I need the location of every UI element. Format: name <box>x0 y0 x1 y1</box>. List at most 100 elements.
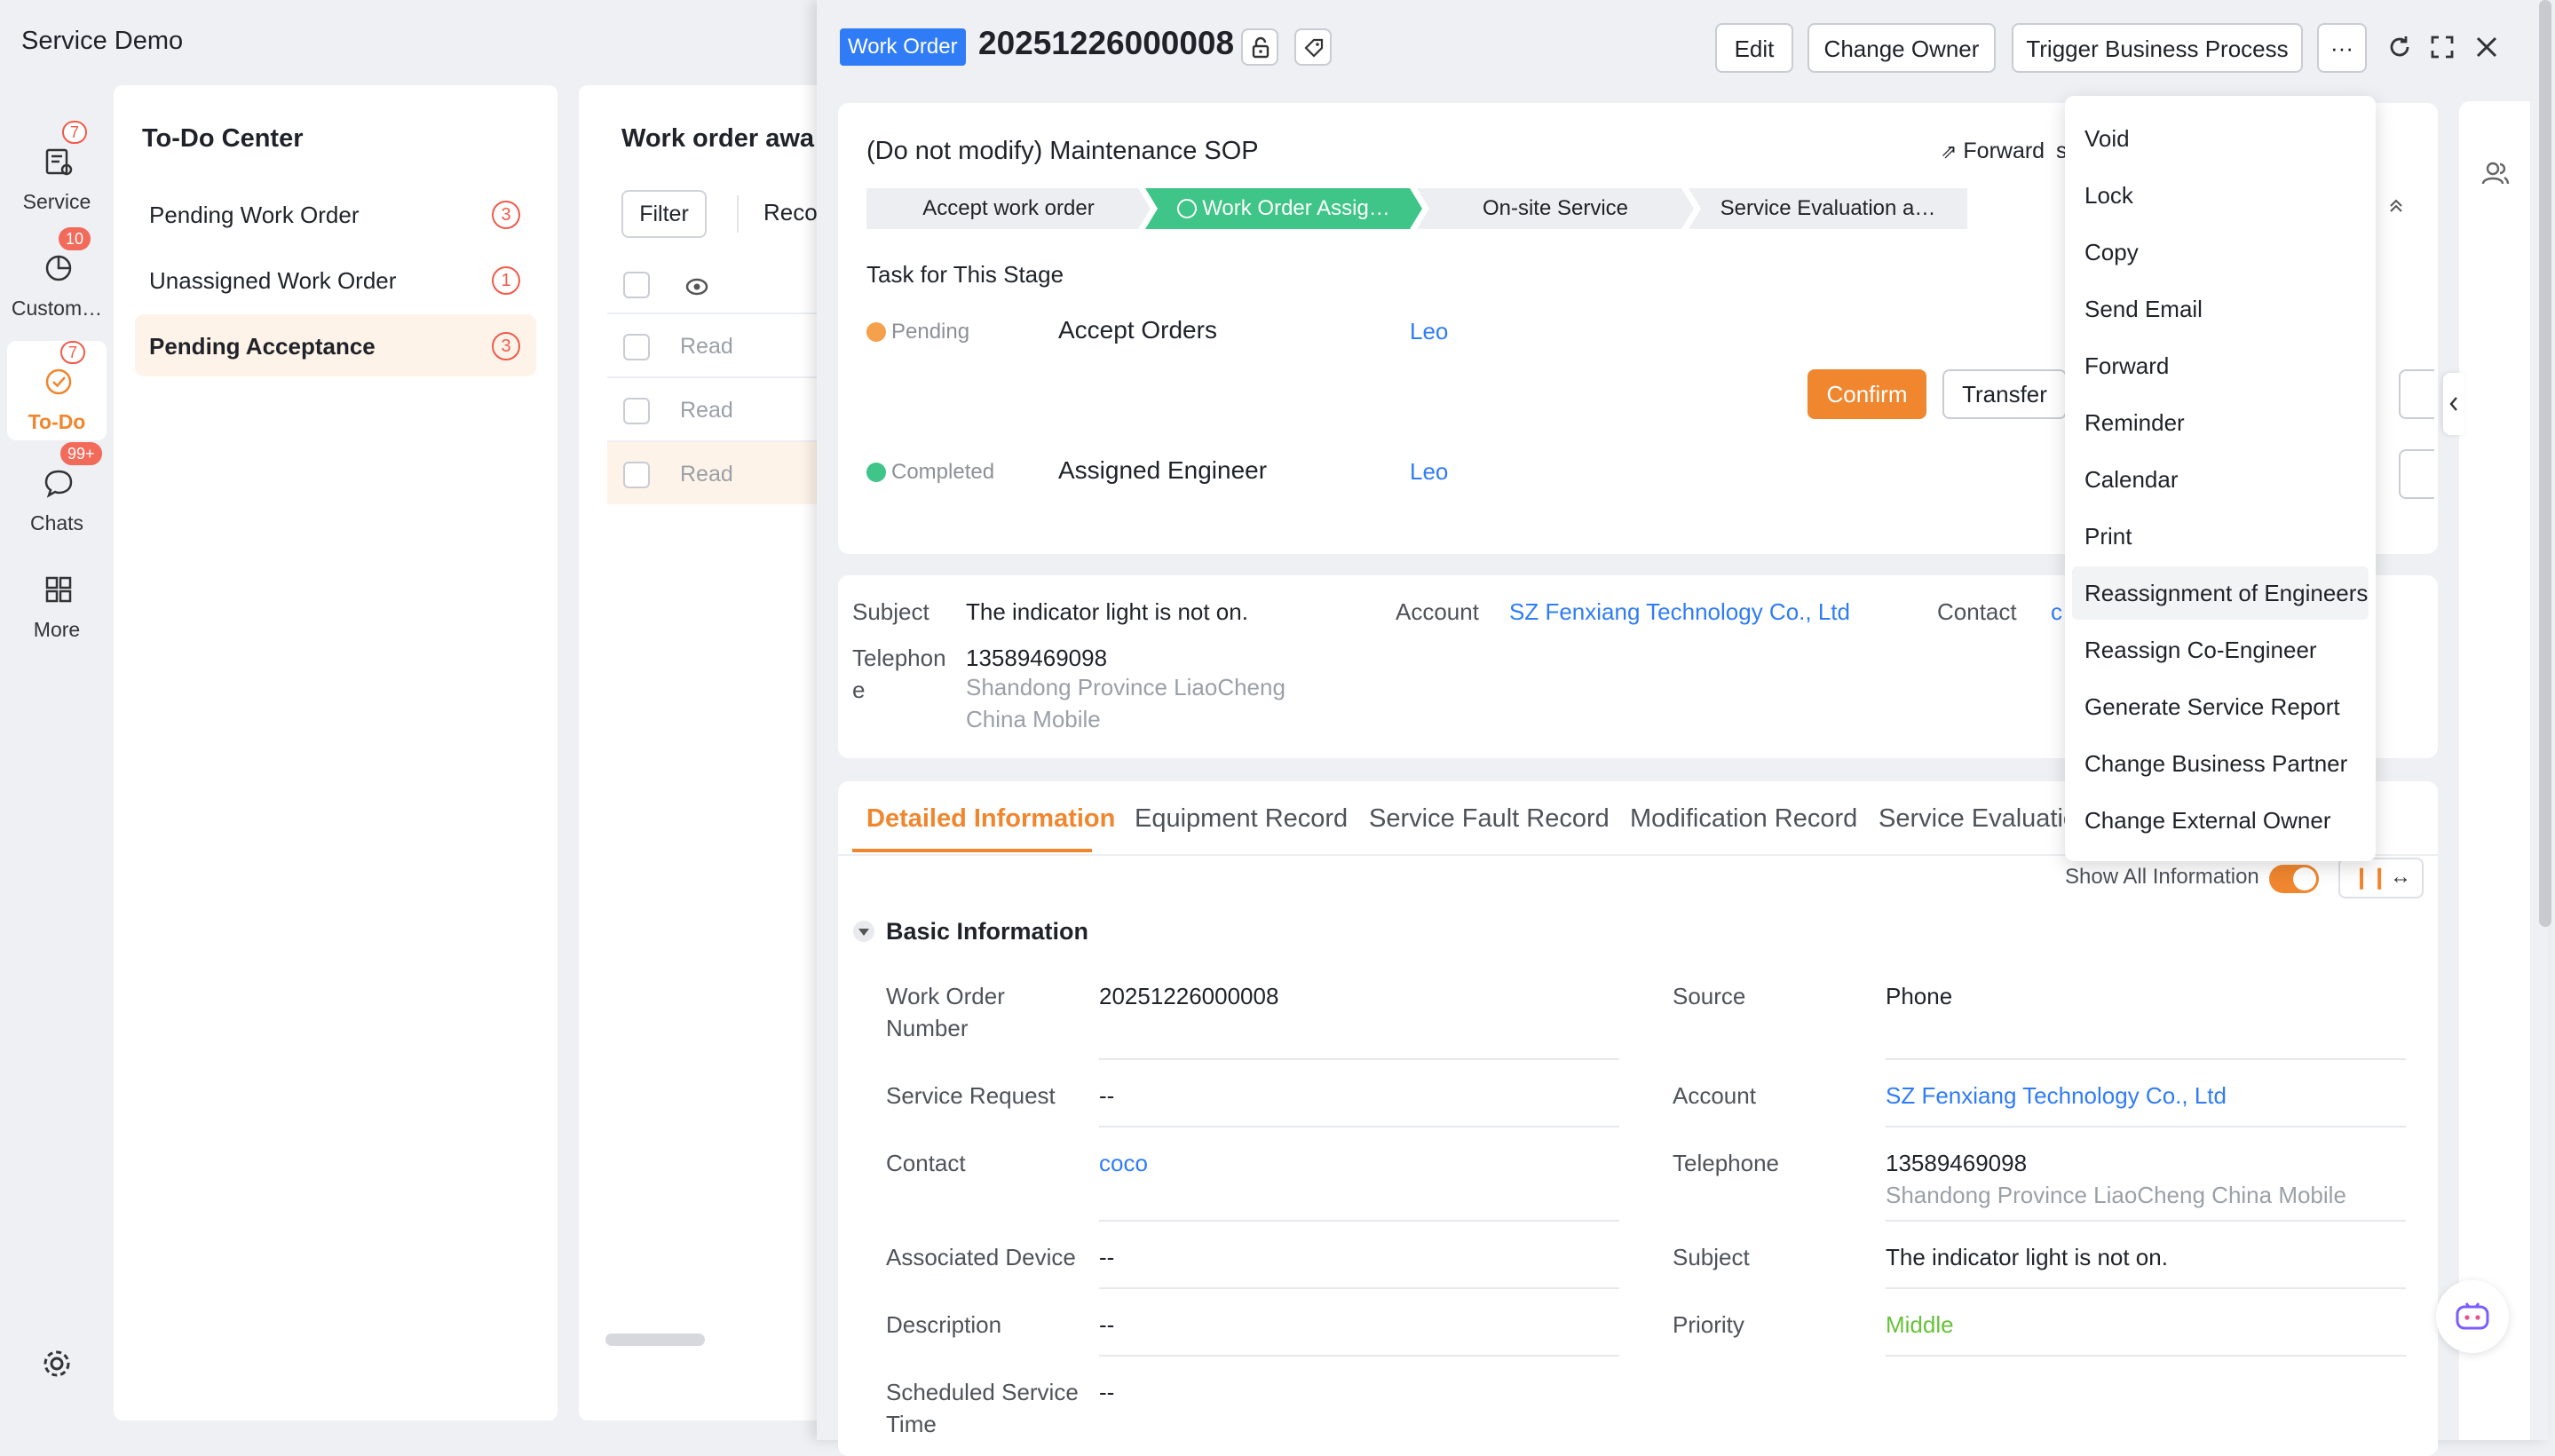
todo-title: To-Do Center <box>142 124 304 153</box>
table-row[interactable]: Read <box>607 376 845 440</box>
task-more-button[interactable] <box>2399 449 2434 499</box>
contact-link[interactable]: coco <box>1099 1147 1148 1179</box>
task-more-button[interactable] <box>2399 369 2434 419</box>
layout-switch[interactable]: ❙❙ ↔ <box>2338 858 2424 898</box>
menu-item-reminder[interactable]: Reminder <box>2072 396 2369 449</box>
tab-service-evaluation[interactable]: Service Evaluatic <box>1879 804 2076 834</box>
stage-accept-work-order[interactable]: Accept work order <box>866 188 1151 229</box>
expand-rail-button[interactable] <box>2443 373 2464 435</box>
menu-item-send-email[interactable]: Send Email <box>2072 282 2369 336</box>
nav-item-todo[interactable]: 7 To-Do <box>7 341 107 440</box>
nav-item-service[interactable]: 7 Service <box>7 121 107 220</box>
menu-item-change-external-owner[interactable]: Change External Owner <box>2072 794 2369 847</box>
forward-link[interactable]: ⇗ Forward <box>1941 138 2045 164</box>
menu-item-generate-service-report[interactable]: Generate Service Report <box>2072 680 2369 733</box>
field-divider <box>1099 1287 1619 1289</box>
clock-icon <box>1177 199 1198 218</box>
right-side-rail <box>2459 101 2530 1440</box>
nav-label: Service <box>22 190 91 213</box>
row-checkbox[interactable] <box>623 462 650 488</box>
show-all-toggle[interactable] <box>2269 865 2319 893</box>
contact-link[interactable]: c <box>2051 598 2062 626</box>
menu-item-forward[interactable]: Forward <box>2072 339 2369 392</box>
collapse-up-icon[interactable] <box>2386 195 2406 215</box>
task-owner-link[interactable]: Leo <box>1410 458 1448 486</box>
todo-item-pending-acceptance[interactable]: Pending Acceptance 3 <box>135 314 536 376</box>
select-all-checkbox[interactable] <box>623 272 650 298</box>
tag-button[interactable] <box>1294 28 1332 66</box>
table-row[interactable]: Read <box>607 440 845 504</box>
menu-item-print[interactable]: Print <box>2072 510 2369 563</box>
telephone-label: Telephon <box>852 645 946 671</box>
work-order-list-panel: Work order awa Filter Reco Read Read Rea… <box>579 85 845 1420</box>
telephone-value: 13589469098 <box>966 645 1108 671</box>
trigger-business-process-button[interactable]: Trigger Business Process <box>2012 23 2303 73</box>
change-owner-button[interactable]: Change Owner <box>1807 23 1996 73</box>
field-divider <box>1099 1126 1619 1128</box>
chevron-left-icon <box>2449 397 2457 411</box>
telephone-label-wrap: e <box>852 677 866 703</box>
row-checkbox[interactable] <box>623 398 650 424</box>
stage-service-evaluation[interactable]: Service Evaluation a… <box>1689 188 1967 229</box>
horizontal-scrollbar[interactable] <box>605 1333 705 1346</box>
fullscreen-icon[interactable] <box>2427 32 2457 62</box>
status-label: Completed <box>891 460 995 484</box>
vertical-scrollbar[interactable] <box>2539 0 2551 927</box>
scheduled-service-time-value: -- <box>1099 1379 1115 1405</box>
chat-icon <box>44 470 73 498</box>
tab-equipment-record[interactable]: Equipment Record <box>1135 804 1348 834</box>
stage-work-order-assignment[interactable]: Work Order Assig… <box>1145 188 1422 229</box>
stage-on-site-service[interactable]: On-site Service <box>1417 188 1694 229</box>
nav-item-chats[interactable]: 99+ Chats <box>7 442 107 542</box>
list-title: Work order awa <box>621 124 815 153</box>
tab-modification-record[interactable]: Modification Record <box>1630 804 1857 834</box>
field-divider <box>1886 1126 2406 1128</box>
tab-service-fault-record[interactable]: Service Fault Record <box>1369 804 1610 834</box>
eye-icon[interactable] <box>684 273 710 300</box>
assistant-button[interactable] <box>2436 1280 2509 1353</box>
table-row[interactable]: Read <box>607 313 845 376</box>
account-link[interactable]: SZ Fenxiang Technology Co., Ltd <box>1886 1080 2227 1112</box>
nav-item-more[interactable]: More <box>7 549 107 648</box>
close-icon[interactable] <box>2472 32 2502 62</box>
two-column-icon[interactable]: ❙❙ <box>2353 865 2388 890</box>
menu-item-reassignment-of-engineers[interactable]: Reassignment of Engineers <box>2072 566 2369 620</box>
account-link[interactable]: SZ Fenxiang Technology Co., Ltd <box>1509 598 1850 626</box>
expand-width-icon[interactable]: ↔ <box>2390 865 2411 890</box>
collapse-triangle-icon[interactable] <box>852 920 875 943</box>
settings-gear-icon[interactable] <box>39 1346 75 1381</box>
nav-badge: 7 <box>62 121 87 144</box>
menu-item-change-business-partner[interactable]: Change Business Partner <box>2072 737 2369 790</box>
todo-item-label: Pending Work Order <box>149 202 360 228</box>
nav-item-customer[interactable]: 10 Custom… <box>7 227 107 327</box>
filter-button[interactable]: Filter <box>621 190 707 238</box>
users-icon[interactable] <box>2480 158 2511 188</box>
unlock-icon <box>1252 36 1270 59</box>
share-icon: ⇗ <box>1941 140 1958 162</box>
todo-item-unassigned-work-order[interactable]: Unassigned Work Order 1 <box>135 249 536 311</box>
tab-detailed-information[interactable]: Detailed Information <box>866 804 1115 834</box>
task-owner-link[interactable]: Leo <box>1410 318 1448 345</box>
menu-item-void[interactable]: Void <box>2072 112 2369 165</box>
menu-item-reassign-co-engineer[interactable]: Reassign Co-Engineer <box>2072 623 2369 677</box>
field-divider <box>1886 1287 2406 1289</box>
more-actions-button[interactable]: ··· <box>2317 23 2367 73</box>
divider <box>737 195 739 233</box>
todo-item-count: 3 <box>492 201 520 229</box>
active-tab-indicator <box>852 849 1092 852</box>
nav-badge: 99+ <box>60 442 102 465</box>
read-status: Read <box>680 334 733 359</box>
menu-item-copy[interactable]: Copy <box>2072 226 2369 279</box>
todo-item-pending-work-order[interactable]: Pending Work Order 3 <box>135 183 536 245</box>
edit-button[interactable]: Edit <box>1715 23 1793 73</box>
refresh-icon[interactable] <box>2385 32 2415 62</box>
nav-label: Chats <box>29 511 84 534</box>
scheduled-service-time-label-wrap: Time <box>886 1411 937 1437</box>
lock-button[interactable] <box>1241 28 1278 66</box>
row-checkbox[interactable] <box>623 334 650 360</box>
transfer-button[interactable]: Transfer <box>1942 369 2067 419</box>
confirm-button[interactable]: Confirm <box>1807 369 1926 419</box>
account-label: Account <box>1396 598 1479 625</box>
menu-item-lock[interactable]: Lock <box>2072 169 2369 222</box>
menu-item-calendar[interactable]: Calendar <box>2072 453 2369 506</box>
